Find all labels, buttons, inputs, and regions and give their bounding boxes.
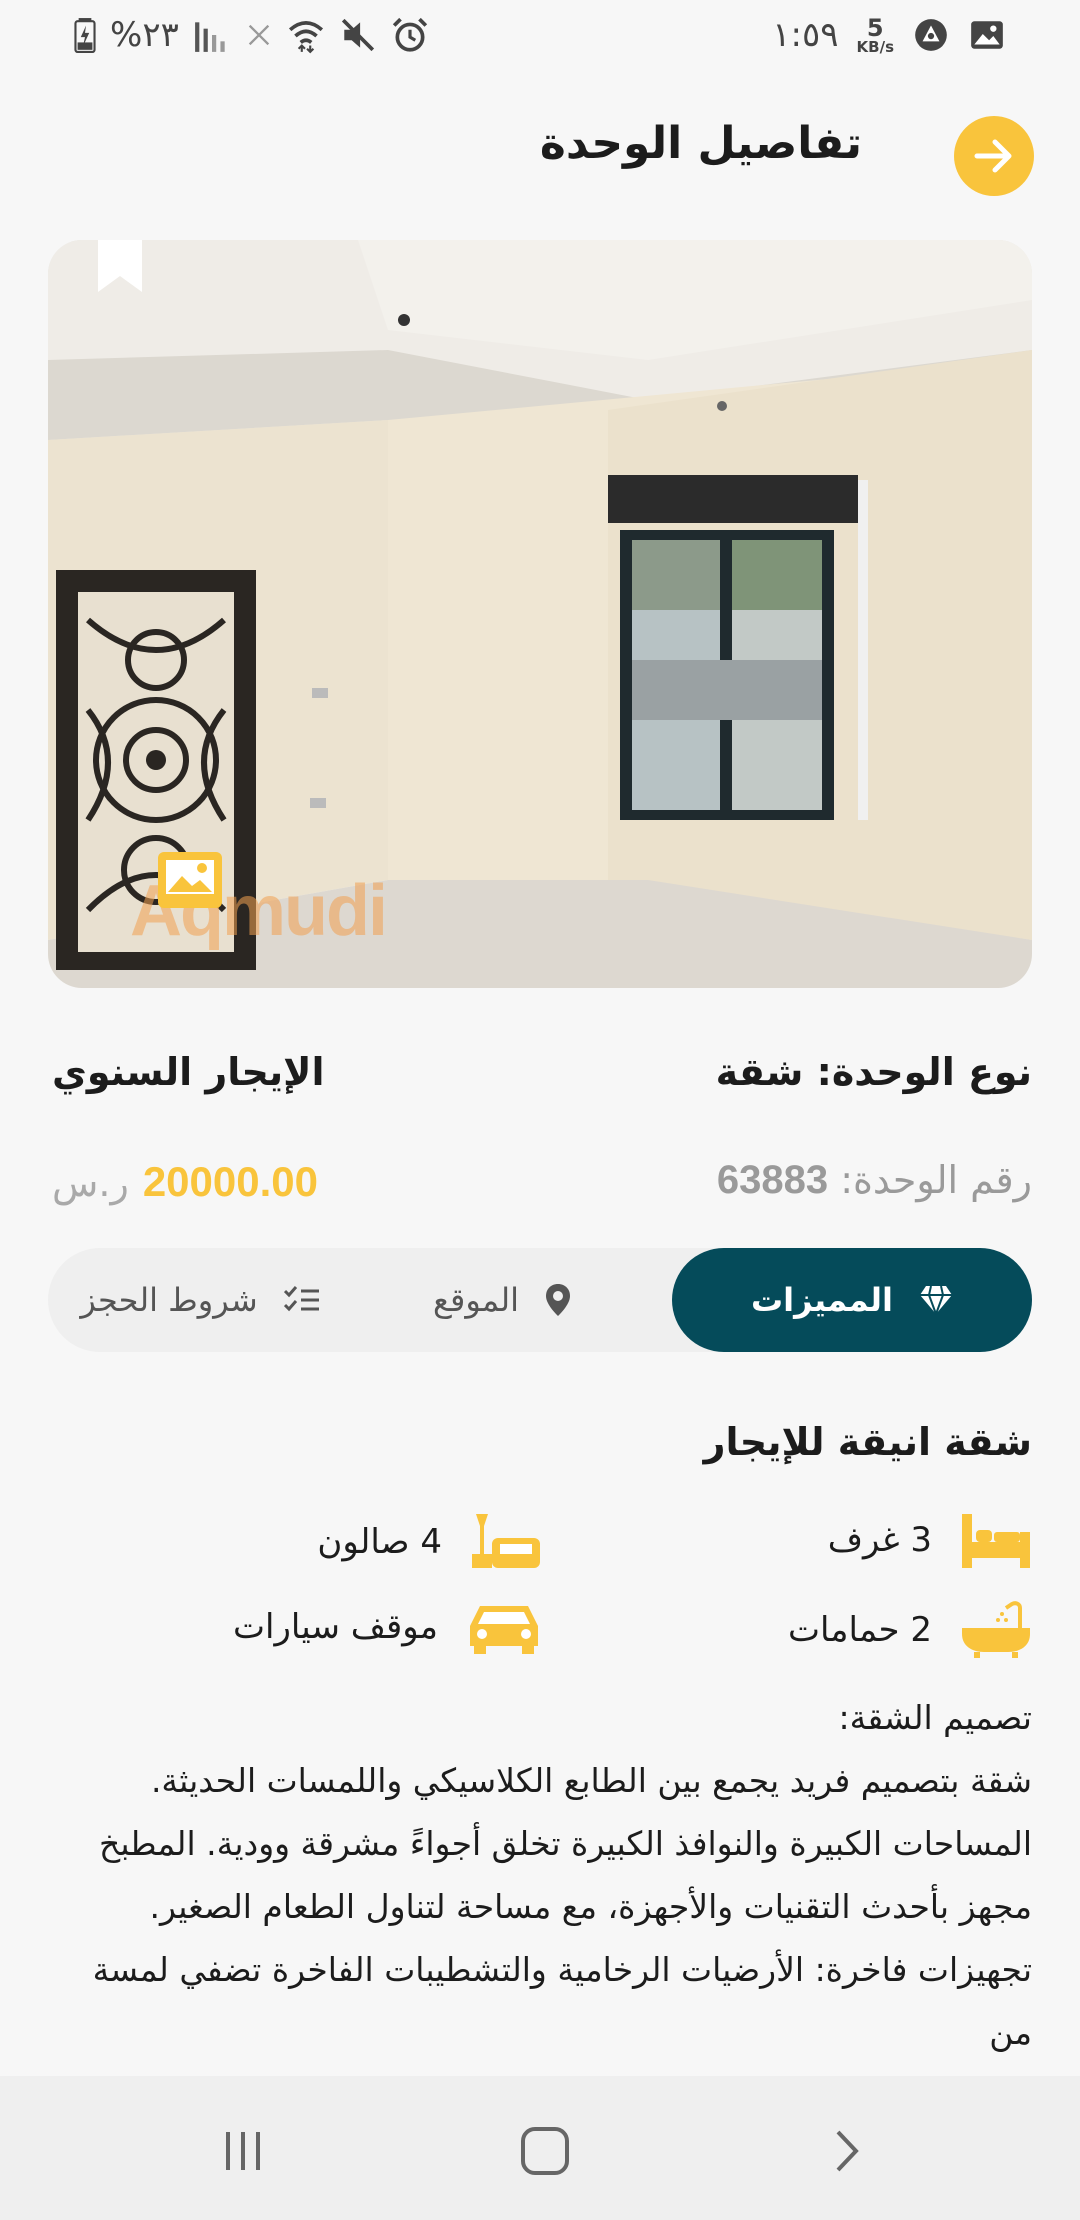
description-line: تجهيزات فاخرة: الأرضيات الرخامية والتشطي…	[92, 1950, 1032, 2052]
unit-type: نوع الوحدة: شقة	[715, 1050, 1032, 1094]
checklist-icon	[283, 1286, 319, 1312]
car-icon	[470, 1606, 538, 1654]
wifi-icon	[288, 21, 323, 54]
listing-title: شقة انيقة للإيجار	[703, 1420, 1032, 1464]
gallery-icon	[971, 21, 1003, 49]
unit-number-label: رقم الوحدة:	[840, 1158, 1032, 1202]
arrow-right-icon	[974, 139, 1012, 173]
net-speed-value: 5	[866, 13, 884, 42]
description-line: المساحات الكبيرة والنوافذ الكبيرة تخلق أ…	[99, 1824, 1032, 1863]
price-amount: 20000.00	[142, 1158, 319, 1205]
tab-location[interactable]: الموقع	[352, 1248, 652, 1352]
signal-icon	[194, 22, 225, 52]
rent-type: الإيجار السنوي	[52, 1050, 325, 1094]
feature-living-rooms: 4 صالون	[317, 1512, 542, 1572]
clock: ١:٥٩	[772, 15, 839, 55]
photo-gallery-icon[interactable]	[156, 850, 224, 910]
description-line: شقة بتصميم فريد يجمع بين الطابع الكلاسيك…	[150, 1761, 1032, 1800]
unit-number: رقم الوحدة: 63883	[717, 1158, 1032, 1203]
price-currency: ر.س	[52, 1161, 129, 1205]
feature-bathrooms: 2 حمامات	[788, 1600, 1032, 1660]
back-nav-button[interactable]	[812, 2116, 882, 2186]
feature-parking-label: موقف سيارات	[232, 1607, 438, 1647]
price: ر.س 20000.00	[52, 1158, 318, 1206]
recent-apps-button[interactable]	[208, 2116, 278, 2186]
back-button[interactable]	[954, 116, 1034, 196]
feature-bathrooms-label: 2 حمامات	[787, 1610, 932, 1650]
net-speed-unit: KB/s	[856, 37, 894, 56]
listing-description: تصميم الشقة: شقة بتصميم فريد يجمع بين ال…	[42, 1686, 1032, 2127]
status-left: %٢٣	[74, 10, 429, 60]
alarm-icon	[392, 17, 427, 52]
feature-rooms-label: 3 غرف	[827, 1520, 932, 1560]
app-header: تفاصيل الوحدة	[0, 100, 1080, 210]
bed-icon	[962, 1514, 1030, 1568]
tab-features-label: المميزات	[751, 1281, 893, 1319]
living-room-icon	[472, 1514, 540, 1568]
tab-booking-terms-label: شروط الحجز	[80, 1281, 258, 1319]
net-speed: 5 KB/s	[857, 16, 894, 55]
chevron-right-icon	[836, 2130, 859, 2172]
feature-rooms: 3 غرف	[828, 1512, 1032, 1568]
page-title: تفاصيل الوحدة	[539, 118, 862, 169]
system-nav-bar	[0, 2076, 1080, 2220]
tab-features[interactable]: المميزات	[672, 1248, 1032, 1352]
diamond-icon	[920, 1285, 952, 1315]
description-line: تصميم الشقة:	[838, 1698, 1032, 1737]
unit-photo[interactable]: Aqmudi	[48, 240, 1032, 988]
status-bar: %٢٣ ١:٥٩ 5 KB/s	[0, 0, 1080, 72]
vpn-icon	[915, 19, 947, 51]
feature-living-rooms-label: 4 صالون	[317, 1522, 442, 1562]
detail-tabs: المميزات الموقع شروط الحجز	[48, 1248, 1032, 1352]
no-signal-icon	[248, 24, 270, 46]
feature-parking: موقف سيارات	[233, 1600, 542, 1654]
home-button[interactable]	[510, 2116, 580, 2186]
battery-percent: %٢٣	[110, 15, 179, 55]
mute-icon	[341, 18, 374, 52]
bookmark-icon[interactable]	[98, 240, 142, 292]
location-pin-icon	[546, 1284, 570, 1316]
battery-icon	[74, 18, 96, 53]
recent-apps-icon	[226, 2132, 260, 2170]
tab-location-label: الموقع	[433, 1281, 519, 1319]
description-line: مجهز بأحدث التقنيات والأجهزة، مع مساحة ل…	[149, 1887, 1033, 1926]
status-right: ١:٥٩ 5 KB/s	[772, 10, 1006, 60]
home-icon	[521, 2127, 569, 2175]
unit-number-value: 63883	[716, 1158, 829, 1202]
tab-booking-terms[interactable]: شروط الحجز	[48, 1248, 352, 1352]
bathtub-icon	[962, 1601, 1030, 1658]
